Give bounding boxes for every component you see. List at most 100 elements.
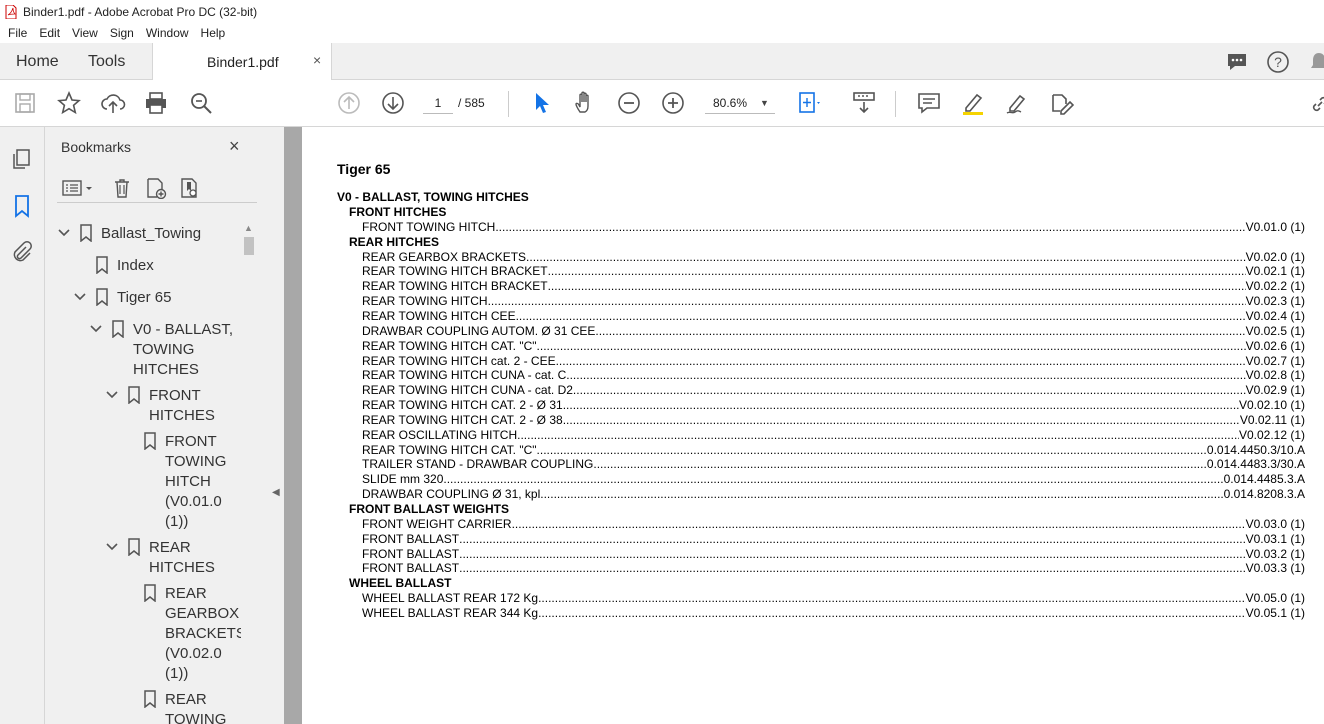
toc-entry[interactable]: REAR TOWING HITCH BRACKET V0.02.2 (1) [362, 279, 1305, 293]
notification-bell-icon[interactable] [1308, 51, 1324, 73]
chevron-down-icon[interactable] [57, 226, 71, 240]
toc-entry-code: 0.014.4450.3/10.A [1206, 442, 1305, 457]
close-tab-icon[interactable]: × [313, 52, 321, 68]
bookmark-options-icon[interactable] [61, 177, 95, 199]
toc-entry-name: SLIDE mm 320 [362, 472, 444, 487]
toc-entry[interactable]: REAR TOWING HITCH cat. 2 - CEE V0.02.7 (1… [362, 354, 1305, 368]
toc-entry[interactable]: REAR TOWING HITCH CUNA - cat. D2 V0.02.9 … [362, 383, 1305, 397]
attachments-icon[interactable] [10, 240, 34, 264]
tab-tools[interactable]: Tools [88, 53, 125, 71]
toc-entry[interactable]: TRAILER STAND - DRAWBAR COUPLING 0.014.44… [362, 457, 1305, 471]
toc-entry[interactable]: FRONT BALLAST V0.03.2 (1) [362, 547, 1305, 561]
panel-splitter[interactable]: ◀ [270, 127, 284, 724]
toc-entry[interactable]: REAR TOWING HITCH CEE V0.02.4 (1) [362, 309, 1305, 323]
bookmark-label-line: (1)) [165, 513, 189, 530]
chevron-down-icon[interactable] [105, 388, 119, 402]
link-icon[interactable] [1310, 94, 1324, 114]
dot-leader [459, 547, 1245, 561]
toc-entry[interactable]: REAR TOWING HITCH CUNA - cat. C V0.02.8 (… [362, 368, 1305, 382]
toc-entry[interactable]: FRONT TOWING HITCH V0.01.0 (1) [362, 220, 1305, 234]
add-comment-icon[interactable] [916, 90, 942, 116]
toc-entry[interactable]: FRONT WEIGHT CARRIER V0.03.0 (1) [362, 517, 1305, 531]
toc-entry[interactable]: WHEEL BALLAST REAR 172 Kg V0.05.0 (1) [362, 591, 1305, 605]
next-page-icon[interactable] [380, 90, 406, 116]
dot-leader [595, 324, 1245, 338]
close-panel-icon[interactable]: × [229, 136, 240, 157]
toc-entry-name: FRONT WEIGHT CARRIER [362, 516, 512, 531]
bookmark-item-v0-ballast[interactable]: V0 - BALLAST, TOWING HITCHES [57, 320, 243, 380]
find-bookmark-icon[interactable] [179, 177, 201, 199]
tab-bar: Home Tools Binder1.pdf × ? [0, 43, 1324, 80]
bookmark-label-line: V0 - BALLAST, [133, 321, 234, 338]
toc-entry[interactable]: REAR TOWING HITCH BRACKET V0.02.1 (1) [362, 264, 1305, 278]
previous-page-icon[interactable] [336, 90, 362, 116]
delete-bookmark-icon[interactable] [111, 177, 133, 199]
comment-icon[interactable] [1226, 51, 1248, 73]
menu-view[interactable]: View [72, 26, 98, 40]
toc-entry[interactable]: DRAWBAR COUPLING AUTOM. Ø 31 CEE V0.02.5 … [362, 324, 1305, 338]
toc-entry[interactable]: REAR TOWING HITCH CAT. 2 - Ø 31 V0.02.10 … [362, 398, 1305, 412]
print-icon[interactable] [143, 90, 169, 116]
page-number-input[interactable]: 1 [423, 92, 453, 114]
toc-entry[interactable]: FRONT BALLAST V0.03.1 (1) [362, 532, 1305, 546]
toc-entry-code: 0.014.8208.3.A [1223, 487, 1305, 502]
fill-sign-icon[interactable] [1004, 90, 1030, 116]
highlight-pen-icon[interactable] [960, 90, 986, 116]
toc-entry[interactable]: REAR GEARBOX BRACKETS V0.02.0 (1) [362, 250, 1305, 264]
dot-leader [459, 532, 1245, 546]
help-icon[interactable]: ? [1266, 50, 1290, 74]
menu-sign[interactable]: Sign [110, 26, 134, 40]
zoom-dropdown-chevron-icon[interactable]: ▼ [760, 98, 769, 108]
menu-window[interactable]: Window [146, 26, 189, 40]
edit-pdf-icon[interactable] [1048, 90, 1075, 116]
chevron-down-icon[interactable] [73, 290, 87, 304]
dot-leader [563, 398, 1239, 412]
scroll-mode-icon[interactable] [851, 90, 877, 116]
bookmarks-scrollbar[interactable]: ▲ [241, 221, 257, 724]
bookmark-item-rear-towing[interactable]: REAR TOWING [57, 690, 243, 724]
toc-entry[interactable]: REAR TOWING HITCH V0.02.3 (1) [362, 294, 1305, 308]
new-bookmark-icon[interactable] [145, 177, 167, 200]
menu-file[interactable]: File [8, 26, 27, 40]
toc-entry[interactable]: SLIDE mm 320 0.014.4485.3.A [362, 472, 1305, 486]
zoom-out-icon[interactable] [616, 90, 642, 116]
bookmarks-panel-icon[interactable] [10, 194, 34, 218]
toolbar-divider [895, 91, 896, 117]
bookmark-label-line: TOWING [165, 453, 227, 470]
select-cursor-icon[interactable] [528, 90, 554, 116]
star-icon[interactable] [56, 90, 82, 116]
tab-home[interactable]: Home [16, 53, 59, 71]
menu-edit[interactable]: Edit [39, 26, 60, 40]
toc-entry[interactable]: DRAWBAR COUPLING Ø 31, kpl 0.014.8208.3.A [362, 487, 1305, 501]
bookmark-item-front-hitches[interactable]: FRONT HITCHES [57, 386, 243, 426]
scroll-up-arrow-icon[interactable]: ▲ [244, 223, 253, 233]
document-title: Tiger 65 [337, 161, 391, 177]
toc-entry-code: V0.02.9 (1) [1245, 383, 1305, 398]
zoom-search-icon[interactable] [188, 90, 214, 116]
save-icon[interactable] [12, 90, 38, 116]
hand-tool-icon[interactable] [572, 90, 598, 116]
menu-help[interactable]: Help [201, 26, 226, 40]
zoom-in-icon[interactable] [660, 90, 686, 116]
group-heading: FRONT HITCHES [349, 205, 447, 219]
tab-document[interactable]: Binder1.pdf × [152, 43, 332, 80]
toc-entry[interactable]: REAR OSCILLATING HITCH V0.02.12 (1) [362, 428, 1305, 442]
dot-leader [537, 339, 1246, 353]
toc-entry[interactable]: REAR TOWING HITCH CAT. "C" V0.02.6 (1) [362, 339, 1305, 353]
chevron-down-icon[interactable] [105, 540, 119, 554]
fit-page-icon[interactable] [796, 90, 822, 116]
bookmark-item-front-towing-hitch[interactable]: FRONT TOWING HITCH (V0.01.0 (1)) [57, 432, 243, 532]
toc-entry[interactable]: REAR TOWING HITCH CAT. 2 - Ø 38 V0.02.11 … [362, 413, 1305, 427]
title-bar: Binder1.pdf - Adobe Acrobat Pro DC (32-b… [0, 0, 1324, 23]
bookmark-item-rear-hitches[interactable]: REAR HITCHES [57, 538, 243, 578]
chevron-down-icon[interactable] [89, 322, 103, 336]
page-thumbnails-icon[interactable] [10, 147, 34, 171]
toc-entry[interactable]: REAR TOWING HITCH CAT. "C" 0.014.4450.3/1… [362, 443, 1305, 457]
toc-entry[interactable]: FRONT BALLAST V0.03.3 (1) [362, 561, 1305, 575]
scrollbar-thumb[interactable] [244, 237, 254, 255]
bookmark-item-rear-gearbox-brackets[interactable]: REAR GEARBOX BRACKETS (V0.02.0 (1)) [57, 584, 243, 684]
cloud-upload-icon[interactable] [100, 90, 126, 116]
toc-entry-code: V0.05.0 (1) [1245, 591, 1305, 606]
toc-entry[interactable]: WHEEL BALLAST REAR 344 Kg V0.05.1 (1) [362, 606, 1305, 620]
collapse-panel-arrow-icon[interactable]: ◀ [272, 487, 280, 498]
